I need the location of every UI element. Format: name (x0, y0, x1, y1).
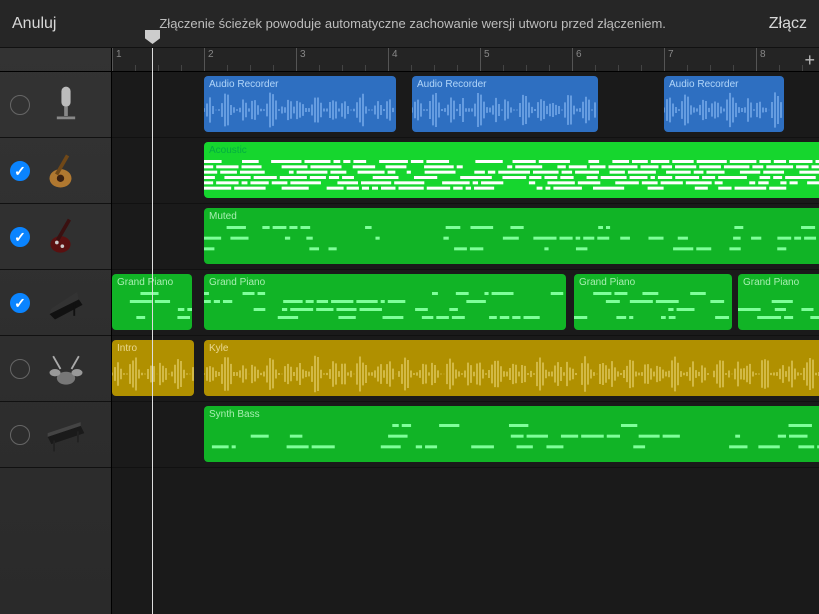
ruler-tick (641, 65, 642, 71)
ruler-bar-label: 6 (576, 49, 582, 60)
track-lane-piano[interactable]: Grand PianoGrand PianoGrand PianoGrand P… (112, 270, 819, 336)
ruler-bar: 7 (664, 48, 674, 71)
ruler-bar: 8 (756, 48, 766, 71)
track-lane-bass[interactable]: Muted (112, 204, 819, 270)
track-header-bass[interactable] (0, 204, 111, 270)
track-select-checkbox[interactable] (10, 95, 30, 115)
playhead[interactable] (152, 48, 153, 614)
microphone-icon (42, 81, 90, 129)
ruler-bar: 6 (572, 48, 582, 71)
ruler-tick (618, 65, 619, 71)
track-lane-acoustic[interactable]: Acoustic (112, 138, 819, 204)
track-header-drums[interactable] (0, 336, 111, 402)
main: + 12345678 Audio RecorderAudio RecorderA… (0, 48, 819, 614)
track-lane-drums[interactable]: IntroKyle (112, 336, 819, 402)
track-lane-mic[interactable]: Audio Recorder Audio Recorder Audio Record… (112, 72, 819, 138)
ruler-bar-label: 1 (116, 49, 122, 60)
ruler-tick (227, 65, 228, 71)
ruler-bar-label: 5 (484, 49, 490, 60)
region[interactable]: Intro (112, 340, 194, 396)
drums-icon (42, 345, 90, 393)
track-header-acoustic[interactable] (0, 138, 111, 204)
ruler-bar-label: 8 (760, 49, 766, 60)
ruler-bar-label: 4 (392, 49, 398, 60)
time-ruler[interactable]: + 1 2 3 4 5 6 7 8 (112, 48, 819, 72)
ruler-tick (595, 65, 596, 71)
ruler-tick (158, 65, 159, 71)
track-header-mic[interactable] (0, 72, 111, 138)
cancel-button[interactable]: Anuluj (12, 15, 56, 33)
guitar-icon (42, 147, 90, 195)
ruler-tick (733, 65, 734, 71)
ruler-bar: 2 (204, 48, 214, 71)
track-select-checkbox[interactable] (10, 359, 30, 379)
region[interactable]: Grand Piano (574, 274, 732, 330)
ruler-spacer (0, 48, 111, 72)
ruler-tick (434, 65, 435, 71)
track-header-piano[interactable] (0, 270, 111, 336)
ruler-bar: 3 (296, 48, 306, 71)
bass-icon (42, 213, 90, 261)
track-select-checkbox[interactable] (10, 227, 30, 247)
track-lanes: Audio Recorder Audio Recorder Audio Record… (112, 72, 819, 614)
region[interactable]: Grand Piano (204, 274, 566, 330)
ruler-tick (457, 65, 458, 71)
ruler-tick (710, 65, 711, 71)
ruler-tick (549, 65, 550, 71)
region[interactable]: Grand Piano (738, 274, 819, 330)
ruler-tick (342, 65, 343, 71)
ruler-bar-label: 2 (208, 49, 214, 60)
track-select-checkbox[interactable] (10, 293, 30, 313)
ruler-bar: 1 (112, 48, 122, 71)
region[interactable]: Muted (204, 208, 819, 264)
ruler-bar: 5 (480, 48, 490, 71)
ruler-tick (411, 65, 412, 71)
ruler-bar-label: 3 (300, 49, 306, 60)
merge-header: Anuluj Złączenie ścieżek powoduje automa… (0, 0, 819, 48)
ruler-tick (779, 65, 780, 71)
merge-button[interactable]: Złącz (769, 15, 807, 33)
ruler-tick (250, 65, 251, 71)
ruler-tick (319, 65, 320, 71)
track-header-column (0, 48, 112, 614)
region[interactable]: Audio Recorder (664, 76, 784, 132)
region[interactable]: Audio Recorder (412, 76, 598, 132)
ruler-tick (802, 65, 803, 71)
track-lane-synth[interactable]: Synth Bass (112, 402, 819, 468)
ruler-tick (526, 65, 527, 71)
ruler-tick (273, 65, 274, 71)
region[interactable]: Kyle (204, 340, 819, 396)
piano-icon (42, 279, 90, 327)
ruler-bar-label: 7 (668, 49, 674, 60)
ruler-tick (503, 65, 504, 71)
region[interactable]: Audio Recorder (204, 76, 396, 132)
add-bar-button[interactable]: + (804, 50, 815, 71)
keyboard-icon (42, 411, 90, 459)
ruler-tick (365, 65, 366, 71)
header-message: Złączenie ścieżek powoduje automatyczne … (56, 16, 768, 31)
region[interactable]: Acoustic (204, 142, 819, 198)
ruler-tick (135, 65, 136, 71)
ruler-tick (181, 65, 182, 71)
ruler-tick (687, 65, 688, 71)
track-select-checkbox[interactable] (10, 161, 30, 181)
timeline[interactable]: + 12345678 Audio RecorderAudio RecorderA… (112, 48, 819, 614)
track-header-synth[interactable] (0, 402, 111, 468)
region[interactable]: Synth Bass (204, 406, 819, 462)
track-select-checkbox[interactable] (10, 425, 30, 445)
ruler-bar: 4 (388, 48, 398, 71)
